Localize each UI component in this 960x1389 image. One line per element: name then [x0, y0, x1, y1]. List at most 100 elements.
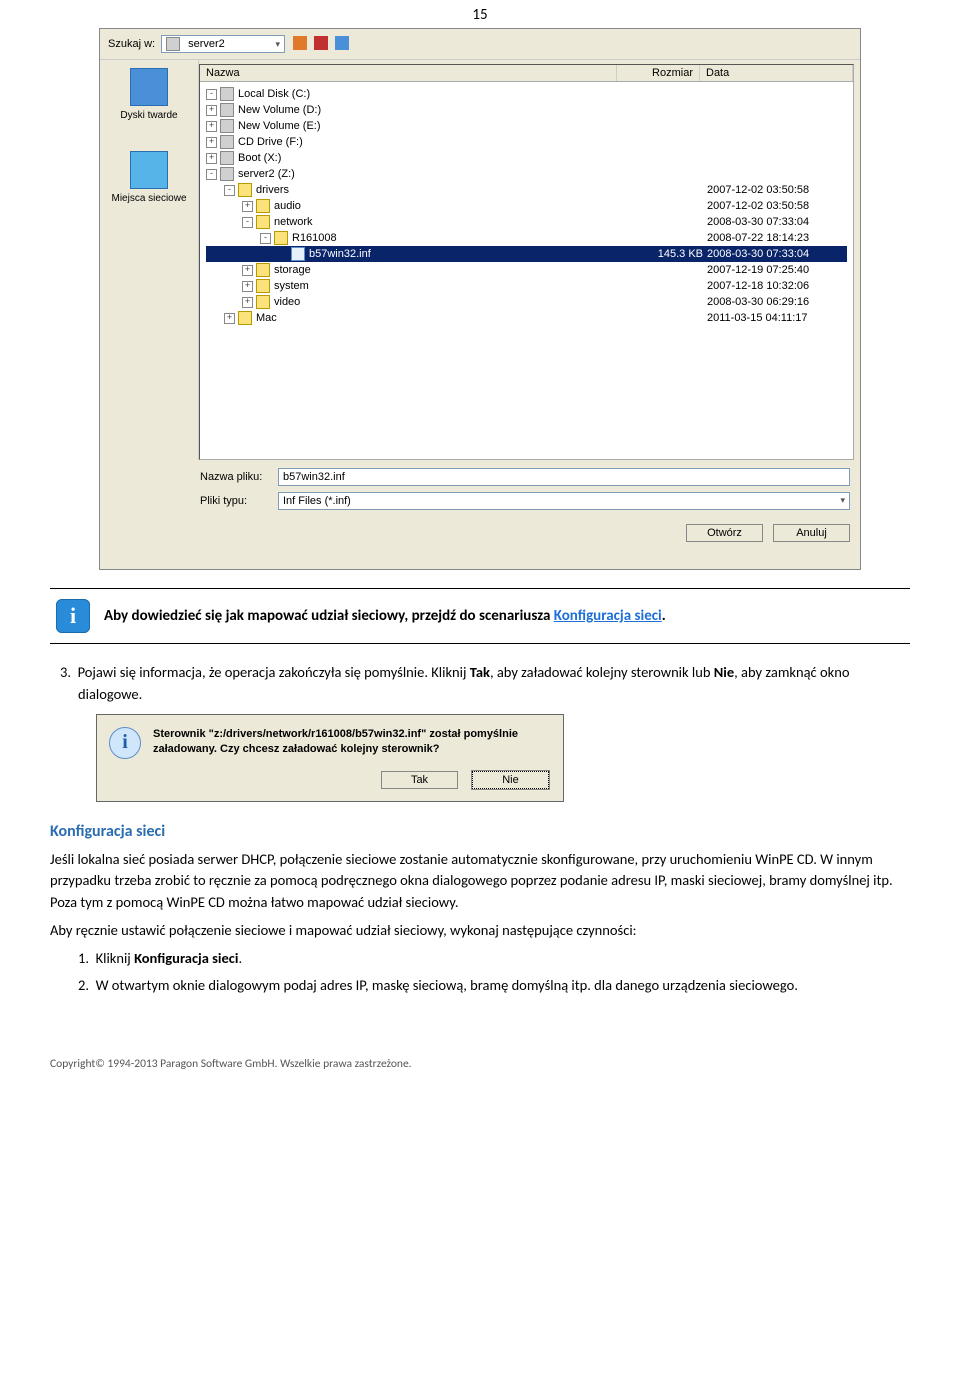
expander-icon[interactable]: -: [260, 233, 271, 244]
confirmation-dialog: i Sterownik "z:/drivers/network/r161008/…: [96, 714, 564, 802]
delete-icon[interactable]: [314, 36, 328, 50]
col-name[interactable]: Nazwa: [200, 65, 617, 81]
folder-icon: [256, 279, 270, 293]
tree-row[interactable]: -drivers2007-12-02 03:50:58: [206, 182, 847, 198]
tree-row[interactable]: -network2008-03-30 07:33:04: [206, 214, 847, 230]
tree-item-size: [633, 182, 707, 198]
info-icon: i: [109, 727, 141, 759]
folder-icon: [256, 215, 270, 229]
expander-icon[interactable]: +: [242, 265, 253, 276]
tree-item-date: [707, 166, 847, 182]
search-in-value: server2: [188, 38, 225, 50]
tree-item-size: [633, 230, 707, 246]
tree-item-date: 2007-12-18 10:32:06: [707, 278, 847, 294]
tree-row[interactable]: + CD Drive (F:): [206, 134, 847, 150]
expander-icon[interactable]: +: [206, 153, 217, 164]
info-icon: i: [56, 599, 90, 633]
expander-icon[interactable]: +: [242, 201, 253, 212]
step-3: 3. Pojawi się informacja, że operacja za…: [78, 662, 910, 706]
expander-icon[interactable]: -: [242, 217, 253, 228]
cancel-button[interactable]: Anuluj: [773, 524, 850, 542]
tree-row[interactable]: +storage2007-12-19 07:25:40: [206, 262, 847, 278]
info-link[interactable]: Konfiguracja sieci: [554, 607, 662, 625]
drive-icon: [220, 135, 234, 149]
col-date[interactable]: Data: [700, 65, 853, 81]
tree-item-size: [633, 86, 707, 102]
expander-icon[interactable]: +: [242, 297, 253, 308]
msgbox-text: Sterownik "z:/drivers/network/r161008/b5…: [153, 727, 551, 759]
filename-input[interactable]: b57win32.inf: [278, 468, 850, 486]
tree-item-label: server2 (Z:): [238, 166, 295, 182]
drive-icon: [166, 37, 180, 51]
tree-item-label: audio: [274, 198, 301, 214]
search-in-label: Szukaj w:: [108, 38, 155, 50]
list-header: Nazwa Rozmiar Data: [200, 65, 853, 82]
tree-item-date: 2008-03-30 06:29:16: [707, 294, 847, 310]
expander-icon[interactable]: -: [224, 185, 235, 196]
tree-row[interactable]: -R1610082008-07-22 18:14:23: [206, 230, 847, 246]
tree-item-size: [633, 310, 707, 326]
footer-copyright: Copyright© 1994-2013 Paragon Software Gm…: [50, 1057, 910, 1071]
tree-item-size: [633, 214, 707, 230]
info-text-suffix: .: [662, 607, 666, 625]
drive-icon: [220, 87, 234, 101]
view-icon[interactable]: [335, 36, 349, 50]
tree-item-date: [707, 150, 847, 166]
tree-item-date: 2007-12-19 07:25:40: [707, 262, 847, 278]
tree-item-size: [633, 134, 707, 150]
tree-row[interactable]: +New Volume (E:): [206, 118, 847, 134]
tree-row[interactable]: + system 2007-12-18 10:32:06: [206, 278, 847, 294]
drive-icon: [220, 103, 234, 117]
tree-row[interactable]: - Local Disk (C:): [206, 86, 847, 102]
sidebar-item-disks[interactable]: Dyski twarde: [104, 68, 194, 121]
tree-item-date: [707, 118, 847, 134]
section-title: Konfiguracja sieci: [50, 822, 910, 841]
expander-icon[interactable]: -: [206, 169, 217, 180]
tree-item-size: [633, 166, 707, 182]
tree-item-size: 145.3 KB: [633, 246, 707, 262]
step-1: 1. Kliknij Konfiguracja sieci.: [96, 948, 910, 970]
tree-item-size: [633, 150, 707, 166]
tree-row[interactable]: +video2008-03-30 06:29:16: [206, 294, 847, 310]
tree-item-date: 2011-03-15 04:11:17: [707, 310, 847, 326]
up-icon[interactable]: [293, 36, 307, 50]
expander-icon[interactable]: +: [242, 281, 253, 292]
tree-item-label: system: [274, 278, 309, 294]
tree-item-date: 2008-03-30 07:33:04: [707, 246, 847, 262]
tree-item-label: R161008: [292, 230, 337, 246]
tree-row[interactable]: + audio 2007-12-02 03:50:58: [206, 198, 847, 214]
tree-item-date: 2008-03-30 07:33:04: [707, 214, 847, 230]
tree-item-label: CD Drive (F:): [238, 134, 303, 150]
expander-icon[interactable]: +: [224, 313, 235, 324]
expander-icon[interactable]: +: [206, 137, 217, 148]
search-in-dropdown[interactable]: server2: [161, 35, 285, 53]
tree-row[interactable]: + Mac 2011-03-15 04:11:17: [206, 310, 847, 326]
places-sidebar: Dyski twarde Miejsca sieciowe: [100, 60, 199, 460]
no-button[interactable]: Nie: [472, 771, 549, 789]
tree-item-size: [633, 102, 707, 118]
sidebar-item-network[interactable]: Miejsca sieciowe: [104, 151, 194, 204]
tree-item-label: drivers: [256, 182, 289, 198]
tree-item-date: [707, 86, 847, 102]
tree-item-size: [633, 262, 707, 278]
expander-icon[interactable]: -: [206, 89, 217, 100]
col-size[interactable]: Rozmiar: [617, 65, 700, 81]
expander-icon[interactable]: +: [206, 105, 217, 116]
tree-row[interactable]: +New Volume (D:): [206, 102, 847, 118]
folder-icon: [274, 231, 288, 245]
tree-row[interactable]: +Boot (X:): [206, 150, 847, 166]
tree-item-date: 2007-12-02 03:50:58: [707, 198, 847, 214]
filetype-dropdown[interactable]: Inf Files (*.inf): [278, 492, 850, 510]
drive-icon: [220, 167, 234, 181]
tree-item-label: b57win32.inf: [309, 246, 371, 262]
expander-icon[interactable]: +: [206, 121, 217, 132]
open-button[interactable]: Otwórz: [686, 524, 763, 542]
tree-item-label: Mac: [256, 310, 277, 326]
yes-button[interactable]: Tak: [381, 771, 458, 789]
tree-item-label: Local Disk (C:): [238, 86, 310, 102]
tree-row[interactable]: - server2 (Z:): [206, 166, 847, 182]
tree-row[interactable]: b57win32.inf 145.3 KB2008-03-30 07:33:04: [206, 246, 847, 262]
step-2: 2. W otwartym oknie dialogowym podaj adr…: [96, 975, 910, 997]
drive-icon: [220, 119, 234, 133]
file-list[interactable]: Nazwa Rozmiar Data -Local Disk (C:)+New …: [199, 64, 854, 460]
